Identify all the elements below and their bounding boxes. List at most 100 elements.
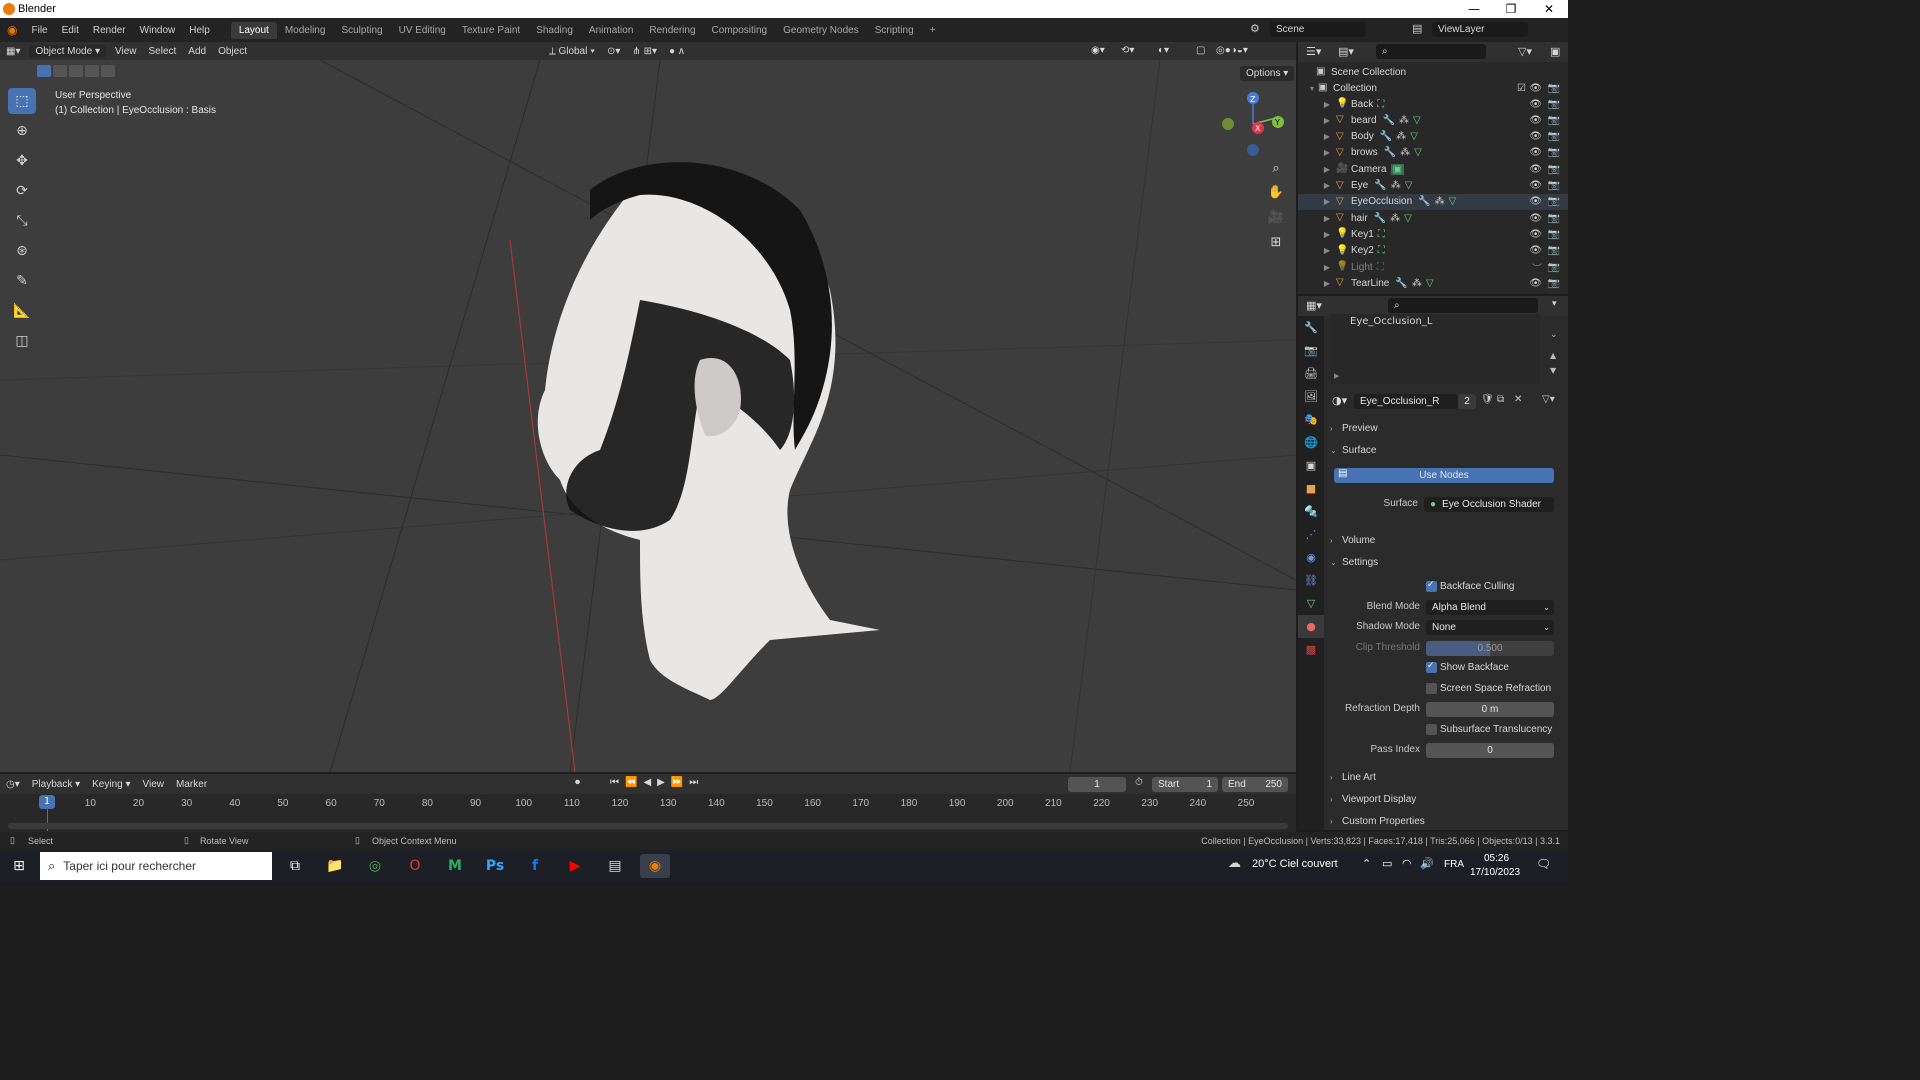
- eye-icon[interactable]: 👁: [1529, 83, 1542, 94]
- measure-icon[interactable]: 📐: [8, 298, 36, 324]
- blender-taskbar-icon[interactable]: ◉: [640, 854, 670, 878]
- outliner-item-light[interactable]: ▶ 💡 Light ⛶ ︶ 📷: [1298, 259, 1568, 275]
- tab-uv-editing[interactable]: UV Editing: [391, 22, 454, 39]
- slot-down-icon[interactable]: ▼: [1550, 366, 1556, 375]
- blend-mode-dropdown[interactable]: Alpha Blend ⌄: [1426, 600, 1554, 615]
- battery-icon[interactable]: ▭: [1382, 857, 1392, 870]
- render-camera-icon[interactable]: 📷: [1548, 147, 1560, 158]
- constraints-tab-icon[interactable]: ⛓: [1298, 569, 1324, 592]
- menu-marker[interactable]: Marker: [170, 778, 213, 791]
- eye-icon[interactable]: 👁: [1529, 147, 1542, 158]
- gizmo-icon[interactable]: ⟲▾: [1115, 44, 1140, 57]
- material-users-count[interactable]: 2: [1458, 394, 1476, 409]
- menu-add[interactable]: Add: [182, 45, 212, 58]
- data-tab-icon[interactable]: ▽: [1298, 592, 1324, 615]
- menu-window[interactable]: Window: [133, 25, 183, 36]
- outliner-item-hair[interactable]: ▶ ▽ hair 🔧 ⁂ ▽ 👁 📷: [1298, 210, 1568, 226]
- pivot-icon[interactable]: ⊙▾: [601, 45, 626, 58]
- photoshop-icon[interactable]: Ps: [480, 854, 510, 878]
- surface-panel-header[interactable]: ⌄ Surface: [1330, 440, 1562, 460]
- opera-icon[interactable]: O: [400, 854, 430, 878]
- outliner-item-back[interactable]: ▶ 💡 Back ⛶ 👁 📷: [1298, 96, 1568, 112]
- m-app-icon[interactable]: M: [440, 854, 470, 878]
- rotate-icon[interactable]: ⟳: [8, 178, 36, 204]
- tab-layout[interactable]: Layout: [230, 21, 277, 39]
- object-tab-icon[interactable]: ■: [1298, 477, 1324, 500]
- scale-icon[interactable]: ⤡: [8, 208, 36, 234]
- outliner-search-input[interactable]: ⌕: [1376, 44, 1486, 59]
- menu-render[interactable]: Render: [86, 25, 133, 36]
- view-layer-selector[interactable]: ViewLayer: [1432, 22, 1528, 37]
- annotate-icon[interactable]: ✎: [8, 268, 36, 294]
- ssr-checkbox[interactable]: [1426, 683, 1437, 694]
- expand-icon[interactable]: ▶: [1298, 132, 1336, 141]
- outliner-item-camera[interactable]: ▶ 🎥 Camera ▣ 👁 📷: [1298, 161, 1568, 177]
- menu-file[interactable]: File: [24, 25, 54, 36]
- render-camera-icon[interactable]: 📷: [1548, 115, 1560, 126]
- slot-menu-icon[interactable]: ⌄: [1550, 330, 1558, 340]
- list-expand-icon[interactable]: ▶: [1334, 372, 1339, 380]
- material-slot-list[interactable]: Eye_Occlusion_L ▶: [1330, 314, 1540, 384]
- timeline-editor-icon[interactable]: ◷▾: [0, 778, 26, 791]
- outliner-item-brows[interactable]: ▶ ▽ brows 🔧 ⁂ ▽ 👁 📷: [1298, 145, 1568, 161]
- volume-icon[interactable]: 🔊: [1420, 857, 1434, 870]
- menu-playback[interactable]: Playback ▾: [26, 778, 86, 791]
- ortho-grid-icon[interactable]: ⊞: [1265, 231, 1287, 253]
- playback-controls[interactable]: ⏮⏪◀▶⏩⏭: [610, 777, 704, 788]
- menu-edit[interactable]: Edit: [55, 25, 86, 36]
- timeline-scrollbar[interactable]: [8, 823, 1288, 829]
- visibility-icon[interactable]: ◉▾: [1085, 44, 1111, 57]
- slot-up-icon[interactable]: ▲: [1550, 351, 1556, 360]
- preview-panel-header[interactable]: › Preview: [1330, 418, 1562, 438]
- fake-user-icon[interactable]: 🛡: [1481, 394, 1494, 405]
- show-backface-checkbox[interactable]: [1426, 661, 1437, 673]
- volume-panel-header[interactable]: › Volume: [1330, 530, 1562, 550]
- eye-icon[interactable]: 👁: [1529, 131, 1542, 142]
- expand-icon[interactable]: ▶: [1298, 148, 1336, 157]
- material-tab-icon[interactable]: ●: [1298, 615, 1324, 638]
- pan-hand-icon[interactable]: ✋: [1265, 181, 1287, 203]
- custom-properties-panel-header[interactable]: › Custom Properties: [1330, 811, 1562, 831]
- unlink-material-icon[interactable]: ✕: [1514, 394, 1522, 405]
- windows-start-icon[interactable]: ⊞: [4, 854, 34, 878]
- current-frame-field[interactable]: 1: [1068, 777, 1126, 792]
- expand-icon[interactable]: ▶: [1298, 197, 1336, 206]
- tab-sculpting[interactable]: Sculpting: [333, 22, 390, 39]
- viewport-display-panel-header[interactable]: › Viewport Display: [1330, 789, 1562, 809]
- link-data-icon[interactable]: ▽▾: [1542, 394, 1555, 405]
- options-button[interactable]: Options ▾: [1240, 66, 1295, 81]
- shadow-mode-dropdown[interactable]: None ⌄: [1426, 620, 1554, 635]
- task-view-icon[interactable]: ⧉: [280, 854, 310, 878]
- scene-collection-row[interactable]: ▣ Scene Collection: [1298, 64, 1568, 80]
- eye-icon[interactable]: 👁: [1529, 164, 1542, 175]
- overlay-icon[interactable]: ◐▾: [1152, 44, 1175, 57]
- properties-editor-icon[interactable]: ▦▾: [1306, 299, 1322, 312]
- preview-range-icon[interactable]: ⏱: [1135, 777, 1143, 788]
- material-slot-item[interactable]: Eye_Occlusion_L: [1350, 316, 1432, 327]
- modifier-tab-icon[interactable]: 🔩: [1298, 500, 1324, 523]
- tab-geometry-nodes[interactable]: Geometry Nodes: [775, 22, 867, 39]
- line-art-panel-header[interactable]: › Line Art: [1330, 767, 1562, 787]
- expand-icon[interactable]: ▶: [1298, 230, 1336, 239]
- menu-view[interactable]: View: [109, 45, 143, 58]
- add-workspace-button[interactable]: +: [922, 22, 944, 39]
- refraction-depth-field[interactable]: 0 m: [1426, 702, 1554, 717]
- start-frame-field[interactable]: Start 1: [1152, 777, 1218, 792]
- outliner-item-eye[interactable]: ▶ ▽ Eye 🔧 ⁂ ▽ 👁 📷: [1298, 178, 1568, 194]
- close-button[interactable]: ✕: [1532, 0, 1566, 18]
- transform-orientation[interactable]: ⟂ Global ▾: [543, 45, 601, 58]
- render-camera-icon[interactable]: 📷: [1548, 164, 1560, 175]
- outliner-editor-icon[interactable]: ☰▾: [1306, 45, 1321, 58]
- tool-tab-icon[interactable]: 🔧: [1298, 316, 1324, 339]
- eye-icon[interactable]: 👁: [1529, 99, 1542, 110]
- eye-icon[interactable]: 👁: [1529, 278, 1542, 289]
- editor-type-icon[interactable]: ▦▾: [0, 45, 26, 58]
- browse-material-icon[interactable]: ◑▾: [1332, 394, 1347, 407]
- expand-icon[interactable]: ▶: [1298, 100, 1336, 109]
- eye-icon[interactable]: 👁: [1529, 115, 1542, 126]
- playhead[interactable]: 1: [39, 795, 55, 809]
- navigation-gizmo[interactable]: Z Y X: [1218, 88, 1288, 158]
- render-camera-icon[interactable]: 📷: [1548, 99, 1560, 110]
- render-tab-icon[interactable]: 📷: [1298, 339, 1324, 362]
- eye-icon[interactable]: 👁: [1529, 229, 1542, 240]
